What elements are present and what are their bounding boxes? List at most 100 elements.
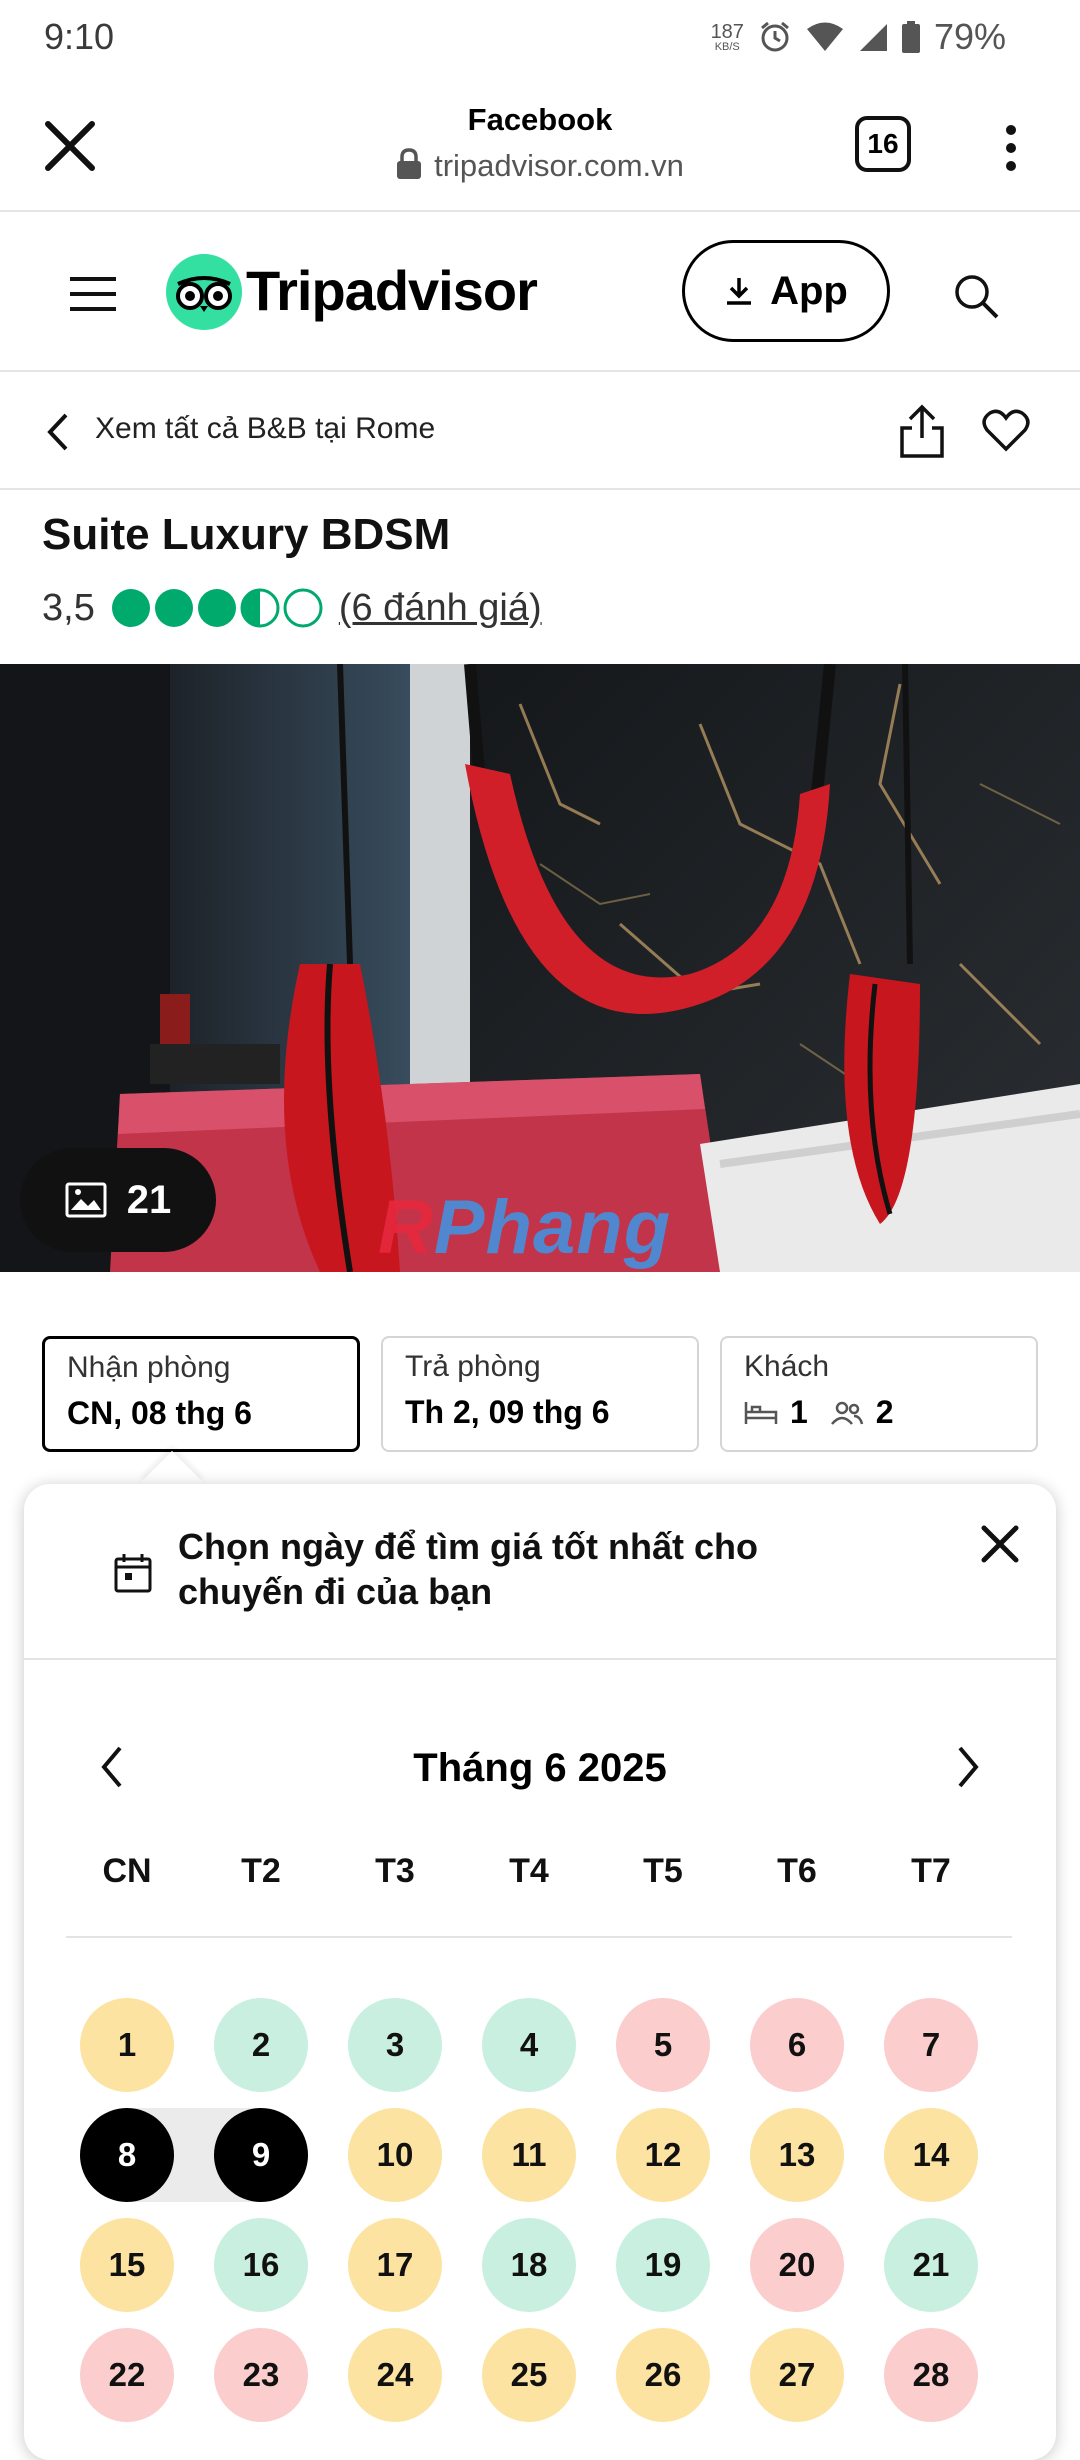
calendar-day-5[interactable]: 5 [616,1998,710,2092]
bubble-5 [283,588,323,628]
close-popup-icon[interactable] [980,1524,1020,1564]
network-speed: 187 KB/S [711,22,744,53]
guests-icon [830,1401,864,1425]
more-options-icon[interactable] [996,118,1026,178]
calendar-day-24[interactable]: 24 [348,2328,442,2422]
calendar-day-26[interactable]: 26 [616,2328,710,2422]
checkin-label: Nhận phòng [67,1351,231,1384]
browser-toolbar: Facebook tripadvisor.com.vn 16 [0,76,1080,212]
checkout-field[interactable]: Trả phòng Th 2, 09 thg 6 [381,1336,699,1452]
calendar-day-20[interactable]: 20 [750,2218,844,2312]
rating-row: 3,5 (6 đánh giá) [42,580,542,636]
tripadvisor-owl-icon[interactable] [166,254,242,330]
calendar-day-16[interactable]: 16 [214,2218,308,2312]
wifi-icon [806,22,843,51]
battery-percent: 79% [933,16,1006,57]
calendar-day-21[interactable]: 21 [884,2218,978,2312]
guests-count: 2 [875,1394,894,1430]
calendar-day-12[interactable]: 12 [616,2108,710,2202]
bubble-1 [111,589,150,627]
weekday-t5: T5 [643,1852,683,1890]
photo-watermark-first: R [378,1185,434,1270]
calendar-day-23[interactable]: 23 [214,2328,308,2422]
tab-switcher-button[interactable]: 16 [855,116,911,172]
photo-watermark: RPhang [378,1184,671,1271]
calendar-day-15[interactable]: 15 [80,2218,174,2312]
browser-url-text: tripadvisor.com.vn [434,148,684,183]
network-speed-unit: KB/S [714,40,740,53]
checkin-value: CN, 08 thg 6 [67,1395,252,1431]
calendar-day-19[interactable]: 19 [616,2218,710,2312]
chevron-left-icon[interactable] [42,412,72,452]
site-header: Tripadvisor App [0,212,1080,372]
heart-icon[interactable] [982,408,1030,452]
bubble-3 [197,589,236,627]
browser-url[interactable]: tripadvisor.com.vn [0,148,1080,184]
date-picker-popup: Chọn ngày để tìm giá tốt nhất cho chuyến… [24,1484,1056,2460]
weekday-t3: T3 [375,1852,415,1890]
date-picker-message: Chọn ngày để tìm giá tốt nhất cho chuyến… [178,1526,758,1612]
app-download-button[interactable]: App [682,240,890,342]
weekday-divider [66,1936,1012,1938]
bed-icon [744,1401,778,1424]
weekday-t6: T6 [777,1852,817,1890]
calendar-day-14[interactable]: 14 [884,2108,978,2202]
weekday-t7: T7 [911,1852,951,1890]
calendar-day-17[interactable]: 17 [348,2218,442,2312]
calendar-day-22[interactable]: 22 [80,2328,174,2422]
listing-photo[interactable]: RPhang 21 [0,664,1080,1272]
calendar-day-1[interactable]: 1 [80,1998,174,2092]
calendar-icon [114,1554,152,1593]
view-all-bnb-link[interactable]: Xem tất cả B&B tại Rome [95,412,435,446]
weekday-t2: T2 [241,1852,281,1890]
photo-watermark-rest: Phang [433,1185,672,1270]
guests-value: 1 2 [744,1394,1014,1431]
calendar-day-11[interactable]: 11 [482,2108,576,2202]
calendar-day-7[interactable]: 7 [884,1998,978,2092]
photo-count: 21 [126,1177,172,1222]
guests-field[interactable]: Khách 1 2 [720,1336,1038,1452]
checkout-label: Trả phòng [405,1350,541,1383]
weekday-cn: CN [102,1852,152,1890]
status-time: 9:10 [44,16,115,57]
menu-icon[interactable] [68,276,118,312]
image-icon [65,1182,107,1218]
calendar-day-2[interactable]: 2 [214,1998,308,2092]
signal-icon [859,24,887,51]
calendar-day-4[interactable]: 4 [482,1998,576,2092]
network-speed-value: 187 [710,20,744,43]
share-icon[interactable] [898,404,946,458]
rating-bubbles [111,588,323,628]
status-bar: 9:10 187 KB/S 79% [0,0,1080,76]
checkout-value: Th 2, 09 thg 6 [405,1394,610,1430]
calendar-day-3[interactable]: 3 [348,1998,442,2092]
breadcrumb-bar: Xem tất cả B&B tại Rome [0,372,1080,490]
calendar-day-28[interactable]: 28 [884,2328,978,2422]
calendar-day-13[interactable]: 13 [750,2108,844,2202]
reviews-link[interactable]: (6 đánh giá) [339,587,542,630]
download-icon [727,278,752,305]
tripadvisor-logo-text[interactable]: Tripadvisor [246,258,538,323]
rating-value: 3,5 [42,586,95,629]
month-label: Tháng 6 2025 [413,1746,667,1790]
calendar-day-27[interactable]: 27 [750,2328,844,2422]
battery-icon [901,21,920,53]
calendar-day-10[interactable]: 10 [348,2108,442,2202]
bubble-2 [154,589,193,627]
checkin-field[interactable]: Nhận phòng CN, 08 thg 6 [42,1336,360,1452]
calendar-day-8[interactable]: 8 [80,2108,174,2202]
guests-label: Khách [744,1350,830,1383]
next-month-icon[interactable] [954,1744,984,1790]
calendar-day-6[interactable]: 6 [750,1998,844,2092]
popup-divider [24,1658,1056,1660]
rooms-count: 1 [790,1394,808,1430]
calendar-day-18[interactable]: 18 [482,2218,576,2312]
lock-icon [397,148,422,179]
weekday-t4: T4 [509,1852,549,1890]
search-icon[interactable] [952,272,1000,320]
calendar-day-9[interactable]: 9 [214,2108,308,2202]
browser-title: Facebook [467,102,613,137]
alarm-icon [760,21,789,52]
calendar-day-25[interactable]: 25 [482,2328,576,2422]
photo-gallery-button[interactable]: 21 [20,1148,216,1252]
